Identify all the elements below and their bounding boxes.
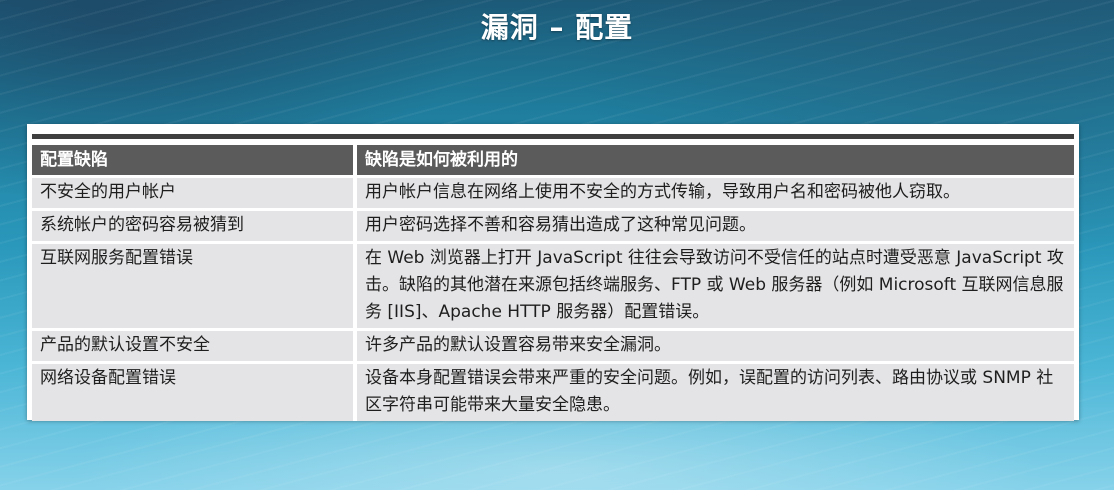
table-row: 产品的默认设置不安全 许多产品的默认设置容易带来安全漏洞。 [32,331,1074,361]
vulnerability-table-card: 配置缺陷 缺陷是如何被利用的 不安全的用户帐户 用户帐户信息在网络上使用不安全的… [27,124,1079,421]
header-config-flaw: 配置缺陷 [32,145,357,175]
table-row: 互联网服务配置错误 在 Web 浏览器上打开 JavaScript 往往会导致访… [32,244,1074,328]
row-exploit-cell: 设备本身配置错误会带来严重的安全问题。例如，误配置的访问列表、路由协议或 SNM… [357,364,1074,421]
row-exploit-cell: 在 Web 浏览器上打开 JavaScript 往往会导致访问不受信任的站点时遭… [357,244,1074,328]
row-flaw-cell: 网络设备配置错误 [32,364,357,421]
row-flaw-cell: 互联网服务配置错误 [32,244,357,328]
table-row: 网络设备配置错误 设备本身配置错误会带来严重的安全问题。例如，误配置的访问列表、… [32,364,1074,421]
row-flaw-cell: 不安全的用户帐户 [32,178,357,208]
row-flaw-cell: 系统帐户的密码容易被猜到 [32,211,357,241]
row-exploit-cell: 用户密码选择不善和容易猜出造成了这种常见问题。 [357,211,1074,241]
row-exploit-cell: 用户帐户信息在网络上使用不安全的方式传输，导致用户名和密码被他人窃取。 [357,178,1074,208]
table-row: 不安全的用户帐户 用户帐户信息在网络上使用不安全的方式传输，导致用户名和密码被他… [32,178,1074,208]
vulnerability-table: 配置缺陷 缺陷是如何被利用的 不安全的用户帐户 用户帐户信息在网络上使用不安全的… [32,142,1074,424]
table-top-rule [32,134,1074,139]
header-exploitation: 缺陷是如何被利用的 [357,145,1074,175]
table-row: 系统帐户的密码容易被猜到 用户密码选择不善和容易猜出造成了这种常见问题。 [32,211,1074,241]
row-flaw-cell: 产品的默认设置不安全 [32,331,357,361]
table-header-row: 配置缺陷 缺陷是如何被利用的 [32,145,1074,175]
row-exploit-cell: 许多产品的默认设置容易带来安全漏洞。 [357,331,1074,361]
slide-title: 漏洞 – 配置 [480,11,634,44]
